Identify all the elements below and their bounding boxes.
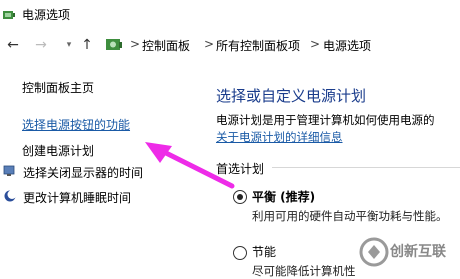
watermark-text: 创新互联 [390,244,446,260]
annotation-arrow [145,142,235,189]
